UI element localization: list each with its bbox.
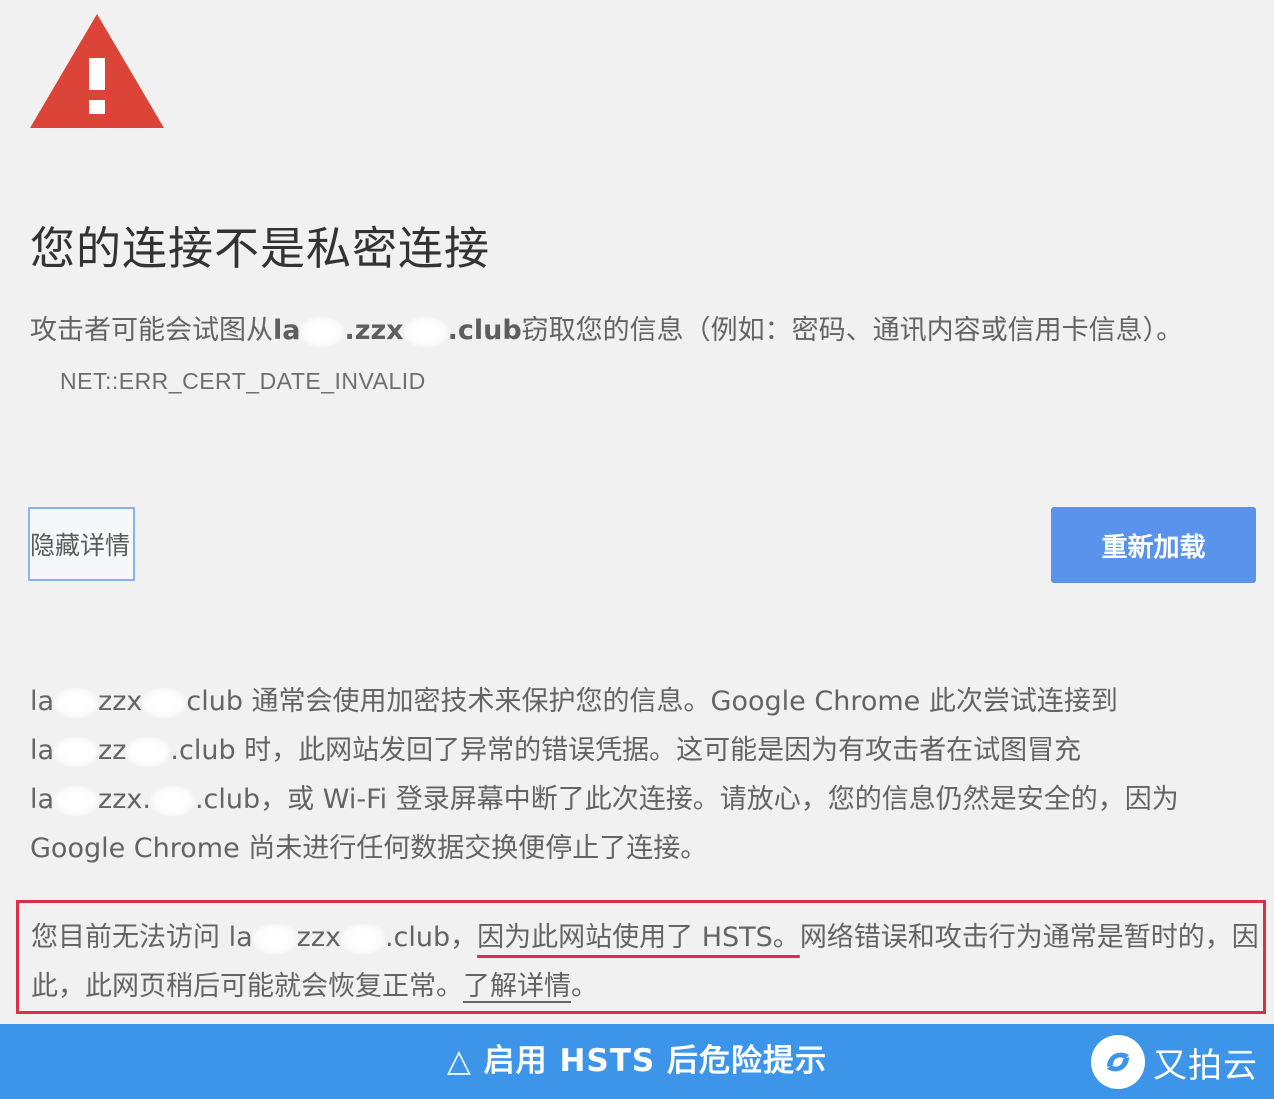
intro-text-before: 攻击者可能会试图从 — [30, 315, 273, 346]
error-code: NET::ERR_CERT_DATE_INVALID — [60, 368, 426, 394]
host-fragment: zz — [98, 735, 127, 766]
host-fragment: zzx — [98, 686, 143, 717]
redaction-blur — [54, 785, 99, 816]
hsts-message: 您目前无法访问 la zzx .club，因为此网站使用了 HSTS。网络错误和攻击… — [31, 913, 1261, 1011]
reload-button[interactable]: 重新加载 — [1051, 507, 1256, 583]
host-fragment: la — [30, 735, 55, 766]
site-host: la .zzx .club — [273, 315, 522, 347]
details-text: .club，或 Wi-Fi 登录屏幕中断了此次连接。请放心，您的信息仍然是安全的… — [30, 784, 1179, 864]
redaction-blur — [300, 316, 345, 347]
redaction-blur — [142, 687, 187, 718]
redaction-blur — [126, 736, 171, 767]
hsts-highlight-box: 您目前无法访问 la zzx .club，因为此网站使用了 HSTS。网络错误和攻击… — [16, 900, 1266, 1014]
page-title: 您的连接不是私密连接 — [30, 222, 491, 275]
details-text: club 通常会使用加密技术来保护您的信息。Google Chrome 此次尝试… — [186, 686, 1118, 717]
redaction-blur — [340, 923, 385, 954]
host-suffix: .club — [447, 315, 522, 346]
details-paragraph: la zzx club 通常会使用加密技术来保护您的信息。Google Chrome… — [30, 677, 1260, 873]
host-fragment: zzx. — [98, 784, 151, 815]
host-fragment: .club， — [384, 922, 478, 953]
intro-text-after: 窃取您的信息（例如：密码、通讯内容或信用卡信息）。 — [521, 315, 1184, 346]
brand-name: 又拍云 — [1153, 1045, 1258, 1086]
learn-more-link[interactable]: 了解详情 — [463, 971, 571, 1002]
redaction-blur — [54, 687, 99, 718]
redaction-blur — [252, 923, 297, 954]
host-fragment: zzx — [296, 922, 341, 953]
host-fragment: la — [30, 686, 55, 717]
redaction-blur — [150, 785, 195, 816]
intro-message: 攻击者可能会试图从la .zzx .club窃取您的信息（例如：密码、通讯内容或信用… — [30, 306, 1240, 406]
upyun-logo-icon — [1091, 1035, 1145, 1089]
redaction-blur — [403, 316, 448, 347]
hsts-text-before: 您目前无法访问 la — [31, 922, 253, 953]
hsts-text-end: 。 — [571, 971, 598, 1002]
redaction-blur — [54, 736, 99, 767]
host-prefix: la — [273, 315, 301, 346]
interstitial-page: 您的连接不是私密连接 攻击者可能会试图从la .zzx .club窃取您的信息（例如… — [0, 0, 1274, 1024]
brand: 又拍云 — [1089, 1032, 1258, 1092]
warning-triangle-icon — [30, 14, 164, 128]
banner-caption: △ 启用 HSTS 后危险提示 — [447, 1043, 827, 1079]
hsts-reason: 因为此网站使用了 HSTS。 — [477, 922, 800, 953]
host-mid: .zzx — [344, 315, 404, 346]
host-fragment: la — [30, 784, 55, 815]
details-text: .club 时，此网站发回了异常的错误凭据。这可能是因为有攻击者在试图冒充 — [170, 735, 1082, 766]
caption-banner: △ 启用 HSTS 后危险提示 又拍云 — [0, 1024, 1274, 1099]
hide-details-button[interactable]: 隐藏详情 — [28, 507, 135, 581]
